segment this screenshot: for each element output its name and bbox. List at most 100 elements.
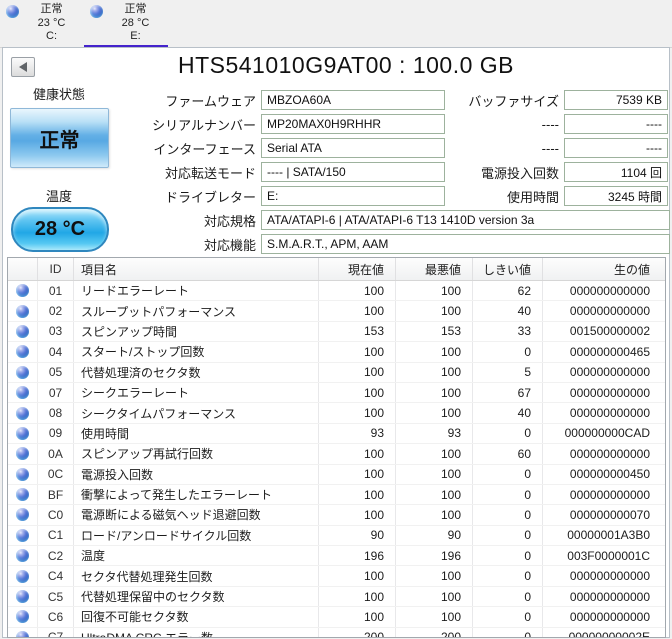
header-cell: ID (38, 258, 74, 280)
table-row[interactable]: 05 代替処理済のセクタ数 100 100 5 000000000000 (8, 362, 665, 383)
cell-current: 100 (319, 281, 396, 301)
info-field-row: 使用時間 3245 時間 (413, 186, 668, 206)
cell-raw-value: 000000000000 (569, 487, 650, 502)
table-row[interactable]: C4 セクタ代替処理発生回数 100 100 0 000000000000 (8, 566, 665, 587)
cell-status (8, 403, 38, 423)
table-row[interactable]: C1 ロード/アンロードサイクル回数 90 90 0 00000001A3B0 (8, 525, 665, 547)
field-value: S.M.A.R.T., APM, AAM (267, 237, 389, 251)
table-row[interactable]: 0A スピンアップ再試行回数 100 100 60 000000000000 (8, 444, 665, 465)
field-value-box: ---- (564, 138, 668, 158)
cell-status (8, 546, 38, 566)
table-row[interactable]: 08 シークタイムパフォーマンス 100 100 40 000000000000 (8, 403, 665, 424)
cell-current: 100 (319, 484, 396, 505)
health-status-value: 正常 (39, 129, 80, 152)
cell-id: C6 (38, 607, 74, 627)
table-row[interactable]: 07 シークエラーレート 100 100 67 000000000000 (8, 382, 665, 404)
info-field-row: ---- ---- (413, 138, 668, 158)
tab-health-status: 正常 (124, 3, 147, 15)
cell-current: 100 (319, 342, 396, 362)
cell-worst: 200 (396, 627, 473, 637)
field-label: ファームウェア (165, 93, 256, 109)
cell-threshold: 40 (473, 301, 543, 321)
tab-drive-letter: E: (130, 30, 141, 42)
cell-threshold: 33 (473, 321, 543, 342)
table-row[interactable]: C6 回復不可能セクタ数 100 100 0 000000000000 (8, 607, 665, 628)
table-row[interactable]: 03 スピンアップ時間 153 153 33 001500000002 (8, 321, 665, 343)
field-value: Serial ATA (267, 141, 322, 155)
table-row[interactable]: BF 衝撃によって発生したエラーレート 100 100 0 000000000000 (8, 484, 665, 506)
table-row[interactable]: C0 電源断による磁気ヘッド退避回数 100 100 0 000000000070 (8, 505, 665, 526)
header-cell: 項目名 (74, 258, 319, 280)
info-field-row: 対応機能 S.M.A.R.T., APM, AAM (89, 234, 670, 254)
cell-current: 93 (319, 423, 396, 444)
cell-raw-value: 001500000002 (569, 324, 650, 339)
attribute-status-orb-icon (16, 406, 29, 420)
cell-current: 100 (319, 607, 396, 627)
table-row[interactable]: 01 リードエラーレート 100 100 62 000000000000 (8, 281, 665, 302)
cell-threshold: 60 (473, 444, 543, 464)
field-value: 1104 回 (620, 165, 662, 180)
cell-id: 07 (38, 382, 74, 403)
cell-name: 使用時間 (74, 423, 319, 444)
field-label: シリアルナンバー (152, 117, 256, 133)
cell-worst: 100 (396, 484, 473, 505)
attribute-status-orb-icon (16, 324, 29, 338)
attribute-status-orb-icon (16, 488, 29, 502)
cell-status (8, 444, 38, 464)
field-label: ---- (541, 116, 559, 132)
table-row[interactable]: C7 UltraDMA CRC エラー数 200 200 0 00000000002E (8, 627, 665, 637)
cell-current: 100 (319, 505, 396, 525)
cell-threshold: 0 (473, 342, 543, 362)
cell-worst: 100 (396, 607, 473, 627)
cell-id: C7 (38, 627, 74, 637)
cell-worst: 100 (396, 464, 473, 484)
header-cell: 現在値 (319, 258, 396, 280)
table-row[interactable]: 0C 電源投入回数 100 100 0 000000000450 (8, 464, 665, 485)
cell-threshold: 0 (473, 627, 543, 637)
field-value-box: 3245 時間 (564, 186, 668, 206)
table-row[interactable]: C2 温度 196 196 0 003F0000001C (8, 546, 665, 567)
field-value: E: (267, 189, 279, 203)
cell-worst: 100 (396, 444, 473, 464)
cell-current: 100 (319, 566, 396, 586)
cell-raw-value: 000000000450 (569, 467, 650, 482)
cell-current: 196 (319, 546, 396, 566)
main-panel: HTS541010G9AT00 : 100.0 GB 健康状態 正常 温度 28… (2, 47, 670, 638)
cell-worst: 100 (396, 586, 473, 607)
attribute-status-orb-icon (16, 528, 29, 542)
cell-raw-value: 00000001A3B0 (567, 528, 650, 543)
cell-status (8, 281, 38, 301)
cell-worst: 100 (396, 342, 473, 362)
cell-id: C0 (38, 505, 74, 525)
cell-raw-value: 000000000000 (569, 589, 650, 604)
table-row[interactable]: 09 使用時間 93 93 0 000000000CAD (8, 423, 665, 445)
attribute-status-orb-icon (16, 284, 29, 298)
disk-status-orb-icon (6, 5, 19, 18)
drive-tab-E[interactable]: 正常 28 °C E: (84, 0, 168, 48)
cell-id: 0C (38, 464, 74, 484)
cell-worst: 100 (396, 301, 473, 321)
cell-worst: 153 (396, 321, 473, 342)
back-button[interactable] (11, 57, 35, 77)
field-label: 対応転送モード (164, 165, 256, 181)
cell-name: 温度 (74, 546, 319, 566)
table-row[interactable]: 02 スループットパフォーマンス 100 100 40 000000000000 (8, 301, 665, 322)
table-row[interactable]: 04 スタート/ストップ回数 100 100 0 000000000465 (8, 342, 665, 363)
cell-id: 01 (38, 281, 74, 301)
field-value-box: S.M.A.R.T., APM, AAM (261, 234, 670, 254)
cell-worst: 93 (396, 423, 473, 444)
drive-title: HTS541010G9AT00 : 100.0 GB (177, 52, 515, 78)
cell-current: 200 (319, 627, 396, 637)
drive-tab-C[interactable]: 正常 23 °C C: (0, 0, 84, 47)
drive-tab-text: 正常 23 °C C: (19, 3, 84, 44)
cell-threshold: 0 (473, 464, 543, 484)
field-value-box: ---- (564, 114, 668, 134)
drive-tab-text: 正常 28 °C E: (103, 3, 168, 44)
cell-id: 02 (38, 301, 74, 321)
cell-worst: 196 (396, 546, 473, 566)
field-value: MBZOA60A (267, 93, 332, 107)
cell-threshold: 5 (473, 362, 543, 382)
table-row[interactable]: C5 代替処理保留中のセクタ数 100 100 0 000000000000 (8, 586, 665, 608)
header-cell: 生の値 (613, 262, 650, 277)
field-value: ---- | SATA/150 (267, 165, 346, 179)
